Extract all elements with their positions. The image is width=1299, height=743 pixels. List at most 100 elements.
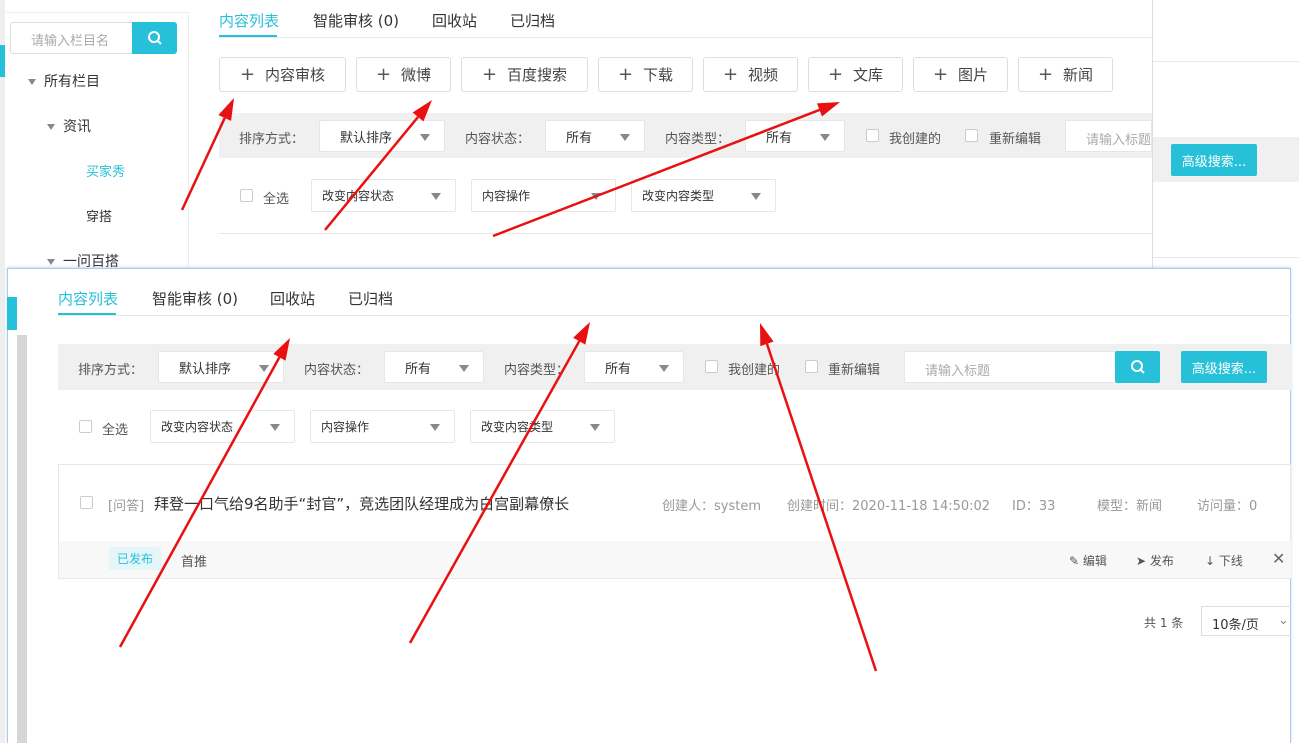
reedit-checkbox[interactable] [965,129,978,142]
add-download-button[interactable]: + 下载 [598,57,693,92]
caret-down-icon [47,124,55,130]
type-select[interactable]: 所有 [584,351,684,383]
type-select[interactable]: 所有 [745,120,845,152]
change-status-select[interactable]: 改变内容状态 [150,410,295,443]
label: 图片 [958,66,989,84]
label: 微博 [401,66,432,84]
tab-content-list[interactable]: 内容列表 [219,10,279,31]
select-all-checkbox[interactable] [240,189,253,202]
value: 10条/页 [1212,618,1259,633]
add-baidu-button[interactable]: + 百度搜索 [461,57,588,92]
add-weibo-button[interactable]: + 微博 [356,57,451,92]
caret-down-icon [459,365,469,372]
reedit-checkbox[interactable] [805,360,818,373]
column-search-input[interactable]: 请输入栏目名 [10,22,133,54]
advanced-search-button[interactable]: 高级搜索... [1181,351,1267,383]
add-review-button[interactable]: + 内容审核 [219,57,346,92]
value: 改变内容状态 [322,189,395,203]
add-news-button[interactable]: + 新闻 [1018,57,1113,92]
tab-smart-review[interactable]: 智能审核 (0) [313,10,399,31]
sort-select[interactable]: 默认排序 [158,351,284,383]
caret-down-icon [259,365,269,372]
sort-label: 排序方式： [239,132,305,147]
tab-content-list[interactable]: 内容列表 [58,288,118,309]
tab-recycle[interactable]: 回收站 [432,10,477,31]
tree-label: 所有栏目 [44,74,100,90]
send-icon: ➤ [1136,554,1147,568]
tree-item-outfit[interactable]: 穿搭 [86,206,112,225]
operation-select[interactable]: 内容操作 [310,410,455,443]
caret-down-icon [590,424,600,431]
plus-icon: + [481,64,498,85]
tab-smart-review[interactable]: 智能审核 (0) [152,288,238,309]
value: 默认排序 [340,130,393,146]
change-type-select[interactable]: 改变内容类型 [470,410,615,443]
offline-button[interactable]: ↓ 下线 [1205,552,1243,569]
label: 文库 [853,66,884,84]
column-search-button[interactable] [132,22,177,54]
item-tag: [问答] [108,499,145,514]
label: 发布 [1149,554,1174,568]
tree-item-all[interactable]: 所有栏目 [28,71,100,91]
plus-icon: + [932,64,949,85]
item-creator: 创建人：system [662,499,761,514]
close-icon[interactable]: ✕ [1272,549,1285,568]
label: 下载 [643,66,674,84]
add-video-button[interactable]: + 视频 [703,57,798,92]
divider [1153,61,1299,62]
chevron-down-icon: ⌄ [1278,613,1289,628]
caret-down-icon [431,193,441,200]
caret-down-icon [270,424,280,431]
item-title[interactable]: 拜登一口气给9名助手“封官”，竞选团队经理成为白宫副幕僚长 [154,493,569,514]
status-select[interactable]: 所有 [545,120,645,152]
divider [1153,257,1299,258]
plus-icon: + [375,64,392,85]
value: 改变内容类型 [481,420,554,434]
arrow-down-icon: ↓ [1205,554,1216,568]
divider [58,315,1291,316]
label: 百度搜索 [507,66,568,84]
caret-down-icon [28,79,36,85]
scrollbar[interactable] [17,335,27,743]
plus-icon: + [617,64,634,85]
mine-label: 我创建的 [889,132,942,147]
value: 内容操作 [321,420,370,434]
tab-archived[interactable]: 已归档 [348,288,393,309]
status-select[interactable]: 所有 [384,351,484,383]
caret-down-icon [820,134,830,141]
advanced-search-button[interactable]: 高级搜索... [1171,144,1257,176]
tree-label: 资讯 [63,119,91,135]
tree-item-buyer-show[interactable]: 买家秀 [86,161,125,180]
change-type-select[interactable]: 改变内容类型 [631,179,776,212]
value: 默认排序 [179,361,232,377]
page-size-select[interactable]: 10条/页 ⌄ [1201,606,1291,636]
plus-icon: + [239,64,256,85]
sort-select[interactable]: 默认排序 [319,120,445,152]
tree-item-news[interactable]: 资讯 [47,116,91,136]
select-all-label: 全选 [263,192,290,207]
select-all-checkbox[interactable] [79,420,92,433]
add-image-button[interactable]: + 图片 [913,57,1008,92]
search-icon [1130,360,1145,374]
title-search-button[interactable] [1115,351,1160,383]
plus-icon: + [827,64,844,85]
tab-archived[interactable]: 已归档 [510,10,555,31]
operation-select[interactable]: 内容操作 [471,179,616,212]
item-model: 模型：新闻 [1097,499,1163,514]
caret-down-icon [47,259,55,265]
tab-recycle[interactable]: 回收站 [270,288,315,309]
item-id: ID：33 [1012,499,1056,514]
label: 视频 [748,66,779,84]
value: 改变内容状态 [161,420,234,434]
publish-button[interactable]: ➤ 发布 [1136,552,1174,569]
item-checkbox[interactable] [80,496,93,509]
edit-button[interactable]: ✎ 编辑 [1069,552,1107,569]
mine-checkbox[interactable] [705,360,718,373]
plus-icon: + [1037,64,1054,85]
title-search-input[interactable]: 请输入标题 [1065,120,1152,152]
change-status-select[interactable]: 改变内容状态 [311,179,456,212]
title-search-input[interactable]: 请输入标题 [904,351,1116,383]
mine-checkbox[interactable] [866,129,879,142]
caret-down-icon [751,193,761,200]
add-library-button[interactable]: + 文库 [808,57,903,92]
